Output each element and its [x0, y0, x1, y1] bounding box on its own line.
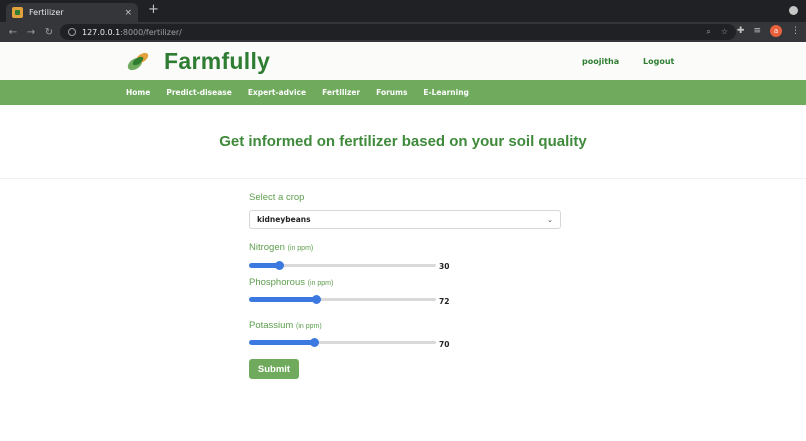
nav-forums[interactable]: Forums: [376, 88, 407, 97]
browser-tab[interactable]: Fertilizer ×: [6, 3, 138, 22]
forward-icon[interactable]: →: [26, 27, 36, 38]
menu-icon[interactable]: ⋮: [791, 26, 800, 36]
phosphorous-label: Phosphorous (in ppm): [249, 277, 334, 288]
star-icon[interactable]: ☆: [721, 27, 728, 37]
nav-fertilizer[interactable]: Fertilizer: [322, 88, 360, 97]
chevron-down-icon: ⌄: [547, 215, 553, 224]
extensions-icon[interactable]: ✚: [737, 26, 745, 36]
slider-thumb[interactable]: [312, 295, 321, 304]
crop-selected-value: kidneybeans: [257, 215, 311, 224]
back-icon[interactable]: ←: [8, 27, 18, 38]
reading-list-icon[interactable]: ≡: [753, 26, 761, 36]
crop-select[interactable]: kidneybeans ⌄: [249, 210, 561, 229]
nitrogen-slider[interactable]: [249, 261, 436, 270]
page-title: Get informed on fertilizer based on your…: [219, 133, 587, 150]
brand-name[interactable]: Farmfully: [164, 48, 270, 75]
tab-close-icon[interactable]: ×: [124, 8, 132, 18]
search-icon[interactable]: ⌕: [706, 27, 710, 37]
phosphorous-value: 72: [439, 297, 450, 306]
url-text: 127.0.0.1:8000/fertilizer/: [82, 27, 182, 37]
crop-label: Select a crop: [249, 192, 305, 203]
address-bar[interactable]: 127.0.0.1:8000/fertilizer/ ⌕ ☆: [60, 24, 736, 40]
nav-expert-advice[interactable]: Expert-advice: [248, 88, 306, 97]
submit-button[interactable]: Submit: [249, 359, 299, 379]
browser-tab-bar: Fertilizer × +: [0, 0, 806, 22]
main-nav: Home Predict-disease Expert-advice Ferti…: [0, 80, 806, 105]
nitrogen-value: 30: [439, 262, 450, 271]
leaf-logo-icon[interactable]: [126, 50, 150, 72]
slider-thumb[interactable]: [310, 338, 319, 347]
divider: [0, 178, 806, 179]
potassium-value: 70: [439, 340, 450, 349]
browser-toolbar: ← → ↻ 127.0.0.1:8000/fertilizer/ ⌕ ☆: [0, 22, 806, 42]
potassium-label: Potassium (in ppm): [249, 320, 322, 331]
site-header: [0, 42, 806, 80]
slider-thumb[interactable]: [275, 261, 284, 270]
nav-predict-disease[interactable]: Predict-disease: [166, 88, 231, 97]
browser-actions: ✚ ≡ a ⋮: [737, 25, 800, 37]
window-control-icon[interactable]: [789, 6, 798, 15]
new-tab-button[interactable]: +: [148, 2, 159, 17]
reload-icon[interactable]: ↻: [44, 27, 54, 38]
logout-link[interactable]: Logout: [643, 57, 674, 66]
username-link[interactable]: poojitha: [582, 57, 619, 66]
nav-e-learning[interactable]: E-Learning: [423, 88, 468, 97]
profile-avatar[interactable]: a: [770, 25, 782, 37]
potassium-slider[interactable]: [249, 338, 436, 347]
nitrogen-label: Nitrogen (in ppm): [249, 242, 314, 253]
info-icon[interactable]: [68, 28, 76, 36]
tab-title: Fertilizer: [29, 8, 64, 17]
site-favicon-icon: [12, 7, 23, 18]
nav-home[interactable]: Home: [126, 88, 150, 97]
phosphorous-slider[interactable]: [249, 295, 436, 304]
